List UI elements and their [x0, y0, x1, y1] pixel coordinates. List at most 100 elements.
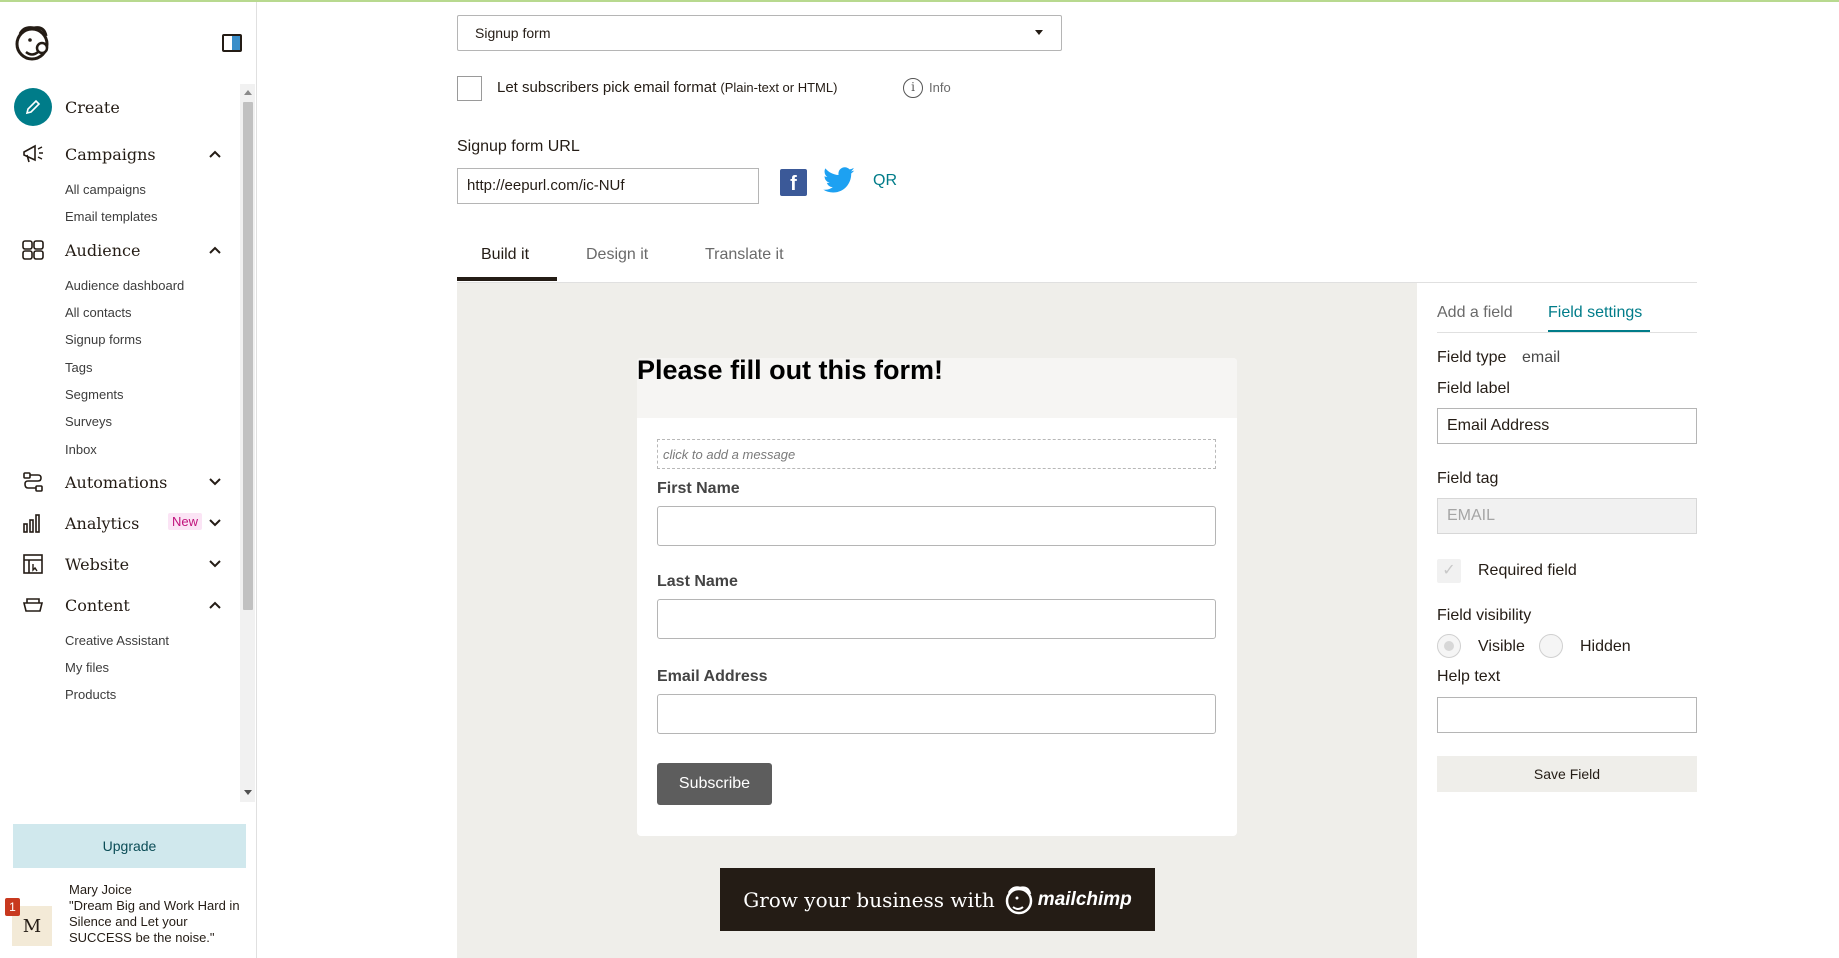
form-message-placeholder[interactable]: click to add a message: [657, 439, 1216, 469]
email-format-label-text: Let subscribers pick email format: [497, 79, 717, 96]
field-type-value: email: [1522, 349, 1561, 366]
sidebar-item-my-files[interactable]: My files: [65, 660, 109, 675]
signup-url-heading: Signup form URL: [457, 138, 580, 155]
active-tab-indicator: [457, 277, 557, 281]
sidebar-item-inbox[interactable]: Inbox: [65, 442, 97, 457]
nav-audience[interactable]: Audience: [0, 232, 240, 268]
profile-name: Mary Joice: [69, 882, 132, 897]
analytics-icon: [19, 509, 47, 537]
profile-quote: "Dream Big and Work Hard in Silence and …: [69, 898, 240, 945]
tab-design-it[interactable]: Design it: [586, 246, 648, 264]
mailchimp-logo-icon[interactable]: [12, 22, 54, 64]
sidebar-item-all-contacts[interactable]: All contacts: [65, 305, 131, 320]
upgrade-button[interactable]: Upgrade: [13, 824, 246, 868]
sidebar-item-creative-assistant[interactable]: Creative Assistant: [65, 633, 169, 648]
nav-content-label: Content: [65, 595, 130, 615]
field-tag-heading: Field tag: [1437, 470, 1499, 487]
new-badge: New: [168, 513, 203, 530]
form-type-select-value: Signup form: [475, 25, 551, 41]
sidebar-collapse-icon[interactable]: [222, 34, 242, 52]
field-visibility-heading: Field visibility: [1437, 607, 1532, 624]
nav-campaigns[interactable]: Campaigns: [0, 136, 240, 172]
notification-badge[interactable]: 1: [5, 898, 20, 916]
email-format-label-small: (Plain-text or HTML): [720, 80, 838, 95]
nav-automations-label: Automations: [65, 472, 168, 492]
chevron-up-icon[interactable]: [208, 243, 222, 257]
nav-create[interactable]: Create: [0, 88, 240, 126]
chevron-down-icon: [1035, 30, 1043, 35]
automations-icon: [19, 468, 47, 496]
info-link[interactable]: Info: [929, 80, 951, 95]
save-field-button[interactable]: Save Field: [1437, 756, 1697, 792]
form-type-select[interactable]: Signup form: [457, 15, 1062, 51]
sidebar-item-segments[interactable]: Segments: [65, 387, 124, 402]
nav-create-label: Create: [65, 97, 120, 117]
chevron-up-icon[interactable]: [208, 598, 222, 612]
twitter-icon[interactable]: [822, 166, 856, 196]
field-label-email-address[interactable]: Email Address: [657, 668, 768, 686]
nav-campaigns-label: Campaigns: [65, 144, 156, 164]
sidebar: Create Campaigns All campaigns Email tem…: [0, 2, 257, 958]
content-icon: [19, 591, 47, 619]
mailchimp-referral-banner[interactable]: Grow your business with mailchimp: [720, 868, 1155, 931]
banner-brand: mailchimp: [1037, 888, 1132, 910]
required-field-checkbox[interactable]: ✓: [1437, 559, 1461, 583]
nav-audience-label: Audience: [65, 240, 141, 260]
chevron-up-icon[interactable]: [208, 147, 222, 161]
last-name-input[interactable]: [657, 599, 1216, 639]
field-label-first-name[interactable]: First Name: [657, 480, 740, 498]
nav-content[interactable]: Content: [0, 587, 240, 623]
field-label-heading: Field label: [1437, 380, 1510, 397]
hidden-radio[interactable]: [1539, 634, 1563, 658]
help-text-input[interactable]: [1437, 697, 1697, 733]
tab-build-it[interactable]: Build it: [481, 246, 529, 264]
sidebar-item-signup-forms[interactable]: Signup forms: [65, 332, 142, 347]
nav-website-label: Website: [65, 554, 130, 574]
nav-analytics[interactable]: Analytics New: [0, 505, 240, 541]
facebook-icon[interactable]: f: [780, 169, 807, 196]
email-format-checkbox[interactable]: [457, 76, 482, 101]
visible-radio[interactable]: [1437, 634, 1461, 658]
megaphone-icon: [19, 140, 47, 168]
sidebar-item-audience-dashboard[interactable]: Audience dashboard: [65, 278, 184, 293]
panel-tabs-divider: [1437, 332, 1697, 333]
tab-add-a-field[interactable]: Add a field: [1437, 304, 1513, 322]
chevron-down-icon[interactable]: [208, 516, 222, 530]
sidebar-item-surveys[interactable]: Surveys: [65, 414, 112, 429]
sidebar-item-all-campaigns[interactable]: All campaigns: [65, 182, 146, 197]
required-field-label: Required field: [1478, 562, 1577, 579]
tab-field-settings[interactable]: Field settings: [1548, 304, 1642, 322]
banner-text: Grow your business with: [743, 887, 995, 912]
visible-radio-label: Visible: [1478, 638, 1525, 655]
nav-website[interactable]: Website: [0, 546, 240, 582]
field-label-input[interactable]: Email Address: [1437, 408, 1697, 444]
chevron-down-icon[interactable]: [208, 475, 222, 489]
qr-link[interactable]: QR: [873, 172, 897, 190]
sidebar-nav: Create Campaigns All campaigns Email tem…: [0, 82, 240, 796]
signup-url-field[interactable]: http://eepurl.com/ic-NUf: [457, 168, 759, 204]
pencil-icon: [14, 88, 52, 126]
field-label-last-name[interactable]: Last Name: [657, 573, 738, 591]
sidebar-item-products[interactable]: Products: [65, 687, 116, 702]
subscribe-button[interactable]: Subscribe: [657, 763, 772, 805]
sidebar-item-tags[interactable]: Tags: [65, 360, 92, 375]
first-name-input[interactable]: [657, 506, 1216, 546]
scroll-down-icon[interactable]: [244, 790, 252, 795]
tab-translate-it[interactable]: Translate it: [705, 246, 784, 264]
form-title[interactable]: Please fill out this form!: [637, 355, 943, 386]
nav-automations[interactable]: Automations: [0, 464, 240, 500]
nav-analytics-label: Analytics: [65, 513, 140, 533]
field-tag-input: EMAIL: [1437, 498, 1697, 534]
scroll-up-icon[interactable]: [244, 90, 252, 95]
field-type-label: Field type: [1437, 349, 1507, 366]
audience-icon: [19, 236, 47, 264]
email-format-label: Let subscribers pick email format (Plain…: [497, 79, 837, 96]
sidebar-item-email-templates[interactable]: Email templates: [65, 209, 157, 224]
chevron-down-icon[interactable]: [208, 557, 222, 571]
sidebar-scrollbar-thumb[interactable]: [243, 102, 253, 610]
info-icon[interactable]: i: [903, 78, 923, 98]
help-text-heading: Help text: [1437, 668, 1501, 685]
email-address-input[interactable]: [657, 694, 1216, 734]
hidden-radio-label: Hidden: [1580, 638, 1631, 655]
website-icon: [19, 550, 47, 578]
